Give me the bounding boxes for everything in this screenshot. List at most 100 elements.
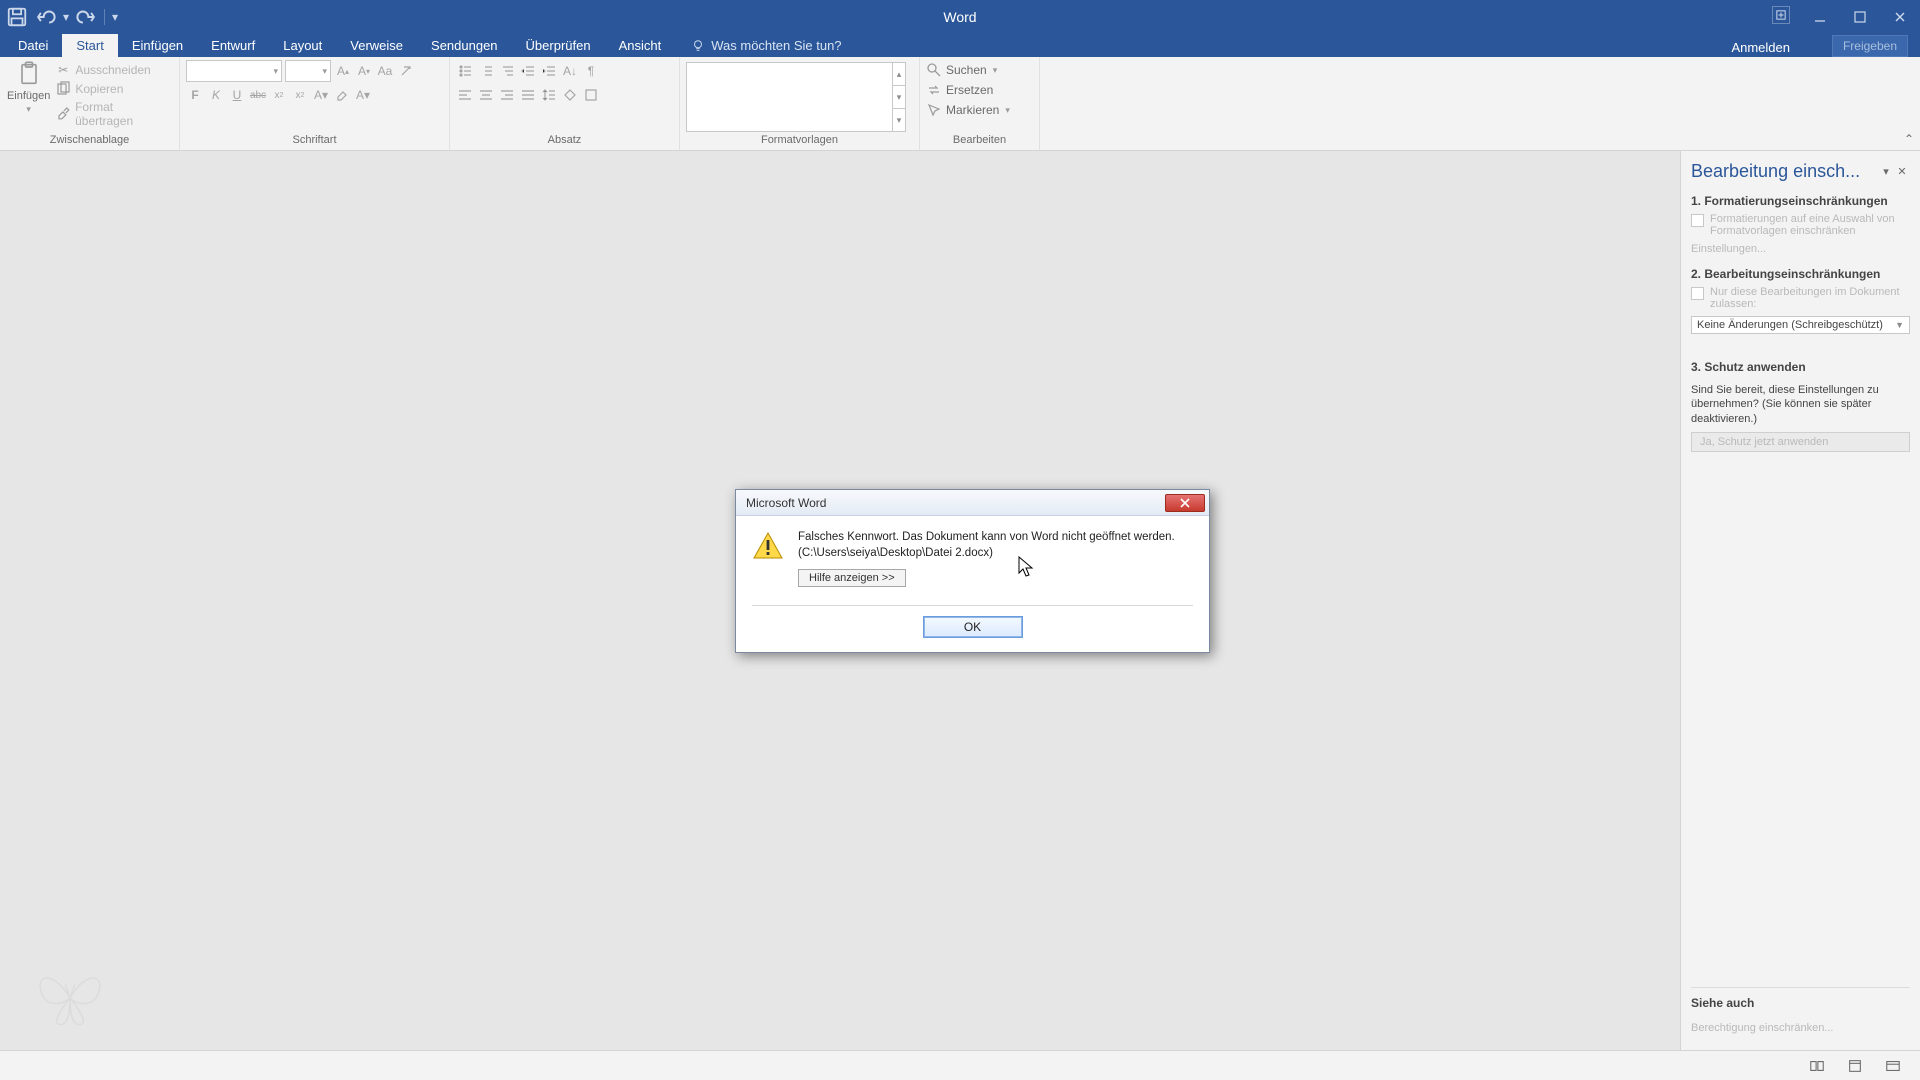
scissors-icon: ✂ [55,62,71,78]
save-icon[interactable] [6,6,28,28]
status-bar [0,1050,1920,1080]
title-bar: ▾ ▾ Word [0,0,1920,33]
line-spacing-icon[interactable] [540,86,558,104]
clear-formatting-icon[interactable] [397,62,415,80]
align-center-icon[interactable] [477,86,495,104]
dialog-close-button[interactable] [1165,494,1205,512]
tab-start[interactable]: Start [62,34,117,57]
borders-icon[interactable] [582,86,600,104]
pane-title: Bearbeitung einsch... [1691,161,1878,182]
tab-mailings[interactable]: Sendungen [417,34,512,57]
warning-icon [752,530,784,562]
collapse-ribbon-icon[interactable]: ⌃ [1904,132,1914,146]
group-clipboard: Einfügen ▾ ✂Ausschneiden Kopieren Format… [0,57,180,150]
select-icon [926,102,942,118]
checkbox-icon [1691,287,1704,300]
styles-gallery[interactable]: ▴▾▾ [686,62,906,132]
apply-text: Sind Sie bereit, diese Einstellungen zu … [1691,383,1910,426]
copy-button[interactable]: Kopieren [55,81,173,97]
read-mode-icon[interactable] [1806,1055,1828,1077]
align-right-icon[interactable] [498,86,516,104]
bullet-list-icon[interactable] [456,62,474,80]
multilevel-list-icon[interactable] [498,62,516,80]
dialog-title: Microsoft Word [746,496,826,510]
checkbox-icon [1691,214,1704,227]
bold-button[interactable]: F [186,86,204,104]
see-also-heading: Siehe auch [1691,987,1910,1010]
ribbon-display-options-icon[interactable] [1772,6,1790,24]
font-size-combo[interactable]: ▾ [285,60,331,82]
sign-in-link[interactable]: Anmelden [1731,40,1790,55]
tab-view[interactable]: Ansicht [605,34,676,57]
subscript-button[interactable]: x2 [270,86,288,104]
paste-button[interactable]: Einfügen ▾ [6,60,51,115]
font-name-combo[interactable]: ▾ [186,60,282,82]
minimize-icon[interactable] [1800,0,1840,33]
tab-file[interactable]: Datei [4,34,62,57]
qat-customize-icon[interactable]: ▾ [111,6,119,28]
maximize-icon[interactable] [1840,0,1880,33]
apply-protection-button[interactable]: Ja, Schutz jetzt anwenden [1691,432,1910,452]
pane-options-icon[interactable]: ▾ [1878,164,1894,180]
app-title: Word [943,9,976,25]
align-left-icon[interactable] [456,86,474,104]
italic-button[interactable]: K [207,86,225,104]
increase-indent-icon[interactable] [540,62,558,80]
change-case-icon[interactable]: Aa [376,62,394,80]
show-help-button[interactable]: Hilfe anzeigen >> [798,569,906,587]
settings-link[interactable]: Einstellungen... [1691,243,1910,255]
restriction-type-combo[interactable]: Keine Änderungen (Schreibgeschützt) ▼ [1691,316,1910,334]
paste-label: Einfügen [7,90,50,102]
shrink-font-icon[interactable]: A▾ [355,62,373,80]
dialog-titlebar[interactable]: Microsoft Word [736,490,1209,516]
web-layout-icon[interactable] [1882,1055,1904,1077]
find-button[interactable]: Suchen▾ [926,62,997,78]
grow-font-icon[interactable]: A▴ [334,62,352,80]
shading-icon[interactable] [561,86,579,104]
sort-icon[interactable]: A↓ [561,62,579,80]
highlight-icon[interactable] [333,86,351,104]
pane-close-icon[interactable]: ✕ [1894,164,1910,180]
cut-button[interactable]: ✂Ausschneiden [55,62,173,78]
decrease-indent-icon[interactable] [519,62,537,80]
ribbon-tabs: Datei Start Einfügen Entwurf Layout Verw… [0,33,1920,57]
ribbon: Einfügen ▾ ✂Ausschneiden Kopieren Format… [0,57,1920,151]
share-button[interactable]: Freigeben [1832,35,1908,57]
mouse-cursor-icon [1018,556,1036,580]
font-color-icon[interactable]: A▾ [354,86,372,104]
brush-icon [55,106,71,122]
format-painter-button[interactable]: Format übertragen [55,100,173,128]
group-styles: ▴▾▾ Formatvorlagen [680,57,920,150]
replace-button[interactable]: Ersetzen [926,82,993,98]
tab-review[interactable]: Überprüfen [512,34,605,57]
restrict-permission-link[interactable]: Berechtigung einschränken... [1691,1022,1910,1034]
ok-button[interactable]: OK [923,616,1023,638]
close-icon[interactable] [1880,0,1920,33]
section1-heading: 1. Formatierungseinschränkungen [1691,194,1910,208]
tab-design[interactable]: Entwurf [197,34,269,57]
tell-me-search[interactable]: Was möchten Sie tun? [691,38,841,57]
undo-dropdown-icon[interactable]: ▾ [62,6,70,28]
tab-insert[interactable]: Einfügen [118,34,197,57]
print-layout-icon[interactable] [1844,1055,1866,1077]
align-justify-icon[interactable] [519,86,537,104]
group-editing: Suchen▾ Ersetzen Markieren▾ Bearbeiten [920,57,1040,150]
tab-layout[interactable]: Layout [269,34,336,57]
tell-me-placeholder: Was möchten Sie tun? [711,38,841,53]
number-list-icon[interactable] [477,62,495,80]
format-restrict-checkbox[interactable]: Formatierungen auf eine Auswahl von Form… [1691,213,1910,237]
group-label-clipboard: Zwischenablage [6,134,173,148]
tab-references[interactable]: Verweise [336,34,417,57]
styles-gallery-scroller[interactable]: ▴▾▾ [892,62,906,132]
select-button[interactable]: Markieren▾ [926,102,1010,118]
text-effect-icon[interactable]: A▾ [312,86,330,104]
redo-icon[interactable] [76,6,98,28]
undo-icon[interactable] [34,6,56,28]
quick-access-toolbar: ▾ ▾ [6,0,119,33]
strike-button[interactable]: abc [249,86,267,104]
group-font: ▾ ▾ A▴ A▾ Aa F K U abc x2 x2 A▾ A▾ Schri… [180,57,450,150]
show-marks-icon[interactable]: ¶ [582,62,600,80]
superscript-button[interactable]: x2 [291,86,309,104]
edit-restrict-checkbox[interactable]: Nur diese Bearbeitungen im Dokument zula… [1691,286,1910,310]
underline-button[interactable]: U [228,86,246,104]
